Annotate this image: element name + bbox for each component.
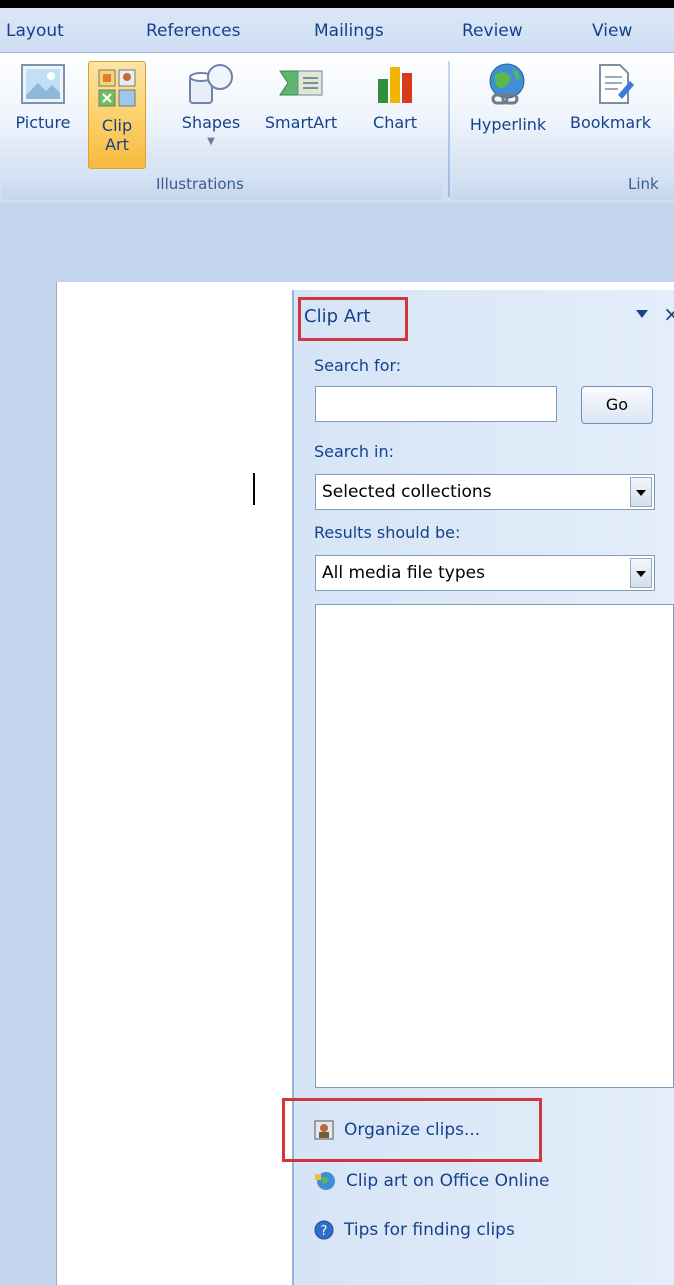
ribbon-tabs: Layout References Mailings Review View xyxy=(0,8,674,52)
links-group-label: Link xyxy=(628,175,659,193)
results-label: Results should be: xyxy=(314,523,461,542)
picture-icon xyxy=(21,64,65,104)
group-separator xyxy=(448,61,450,197)
shapes-button[interactable]: Shapes ▼ xyxy=(176,61,246,151)
shapes-dropdown-icon: ▼ xyxy=(207,136,215,147)
hyperlink-label: Hyperlink xyxy=(469,115,547,134)
pane-menu-icon[interactable] xyxy=(636,310,648,318)
ribbon: Picture Clip Art Shapes ▼ SmartArt Chart… xyxy=(0,52,674,204)
search-in-value: Selected collections xyxy=(322,482,492,502)
search-input[interactable] xyxy=(315,386,557,422)
close-icon[interactable]: × xyxy=(663,302,674,326)
search-in-label: Search in: xyxy=(314,442,395,461)
chevron-down-icon[interactable] xyxy=(630,477,652,507)
globe-icon xyxy=(315,1172,335,1190)
tips-link[interactable]: ? Tips for finding clips xyxy=(314,1220,515,1240)
smartart-button[interactable]: SmartArt xyxy=(256,61,346,132)
tab-mailings[interactable]: Mailings xyxy=(314,21,384,41)
tab-view[interactable]: View xyxy=(592,21,632,41)
chart-label: Chart xyxy=(373,113,417,132)
smartart-icon xyxy=(279,70,323,96)
globe-link-icon xyxy=(489,63,525,105)
clip-art-button[interactable]: Clip Art xyxy=(88,61,146,169)
tab-review[interactable]: Review xyxy=(462,21,523,41)
clip-art-label-line2: Art xyxy=(105,135,129,154)
search-for-label: Search for: xyxy=(314,356,402,375)
help-icon: ? xyxy=(314,1220,334,1240)
hyperlink-button[interactable]: Hyperlink xyxy=(462,61,554,134)
smartart-label: SmartArt xyxy=(264,113,338,132)
shapes-label: Shapes xyxy=(181,113,241,132)
office-online-label: Clip art on Office Online xyxy=(346,1171,550,1191)
picture-label: Picture xyxy=(15,113,71,132)
chart-icon xyxy=(378,67,412,103)
svg-text:?: ? xyxy=(321,1224,328,1239)
office-online-link[interactable]: Clip art on Office Online xyxy=(314,1170,549,1192)
tab-references[interactable]: References xyxy=(146,21,240,41)
bookmark-label: Bookmark xyxy=(570,113,652,132)
clip-art-icon xyxy=(98,69,136,107)
results-value: All media file types xyxy=(322,563,485,583)
tips-label: Tips for finding clips xyxy=(344,1220,515,1240)
go-button[interactable]: Go xyxy=(581,386,653,424)
shapes-icon xyxy=(189,64,233,104)
organize-clips-highlight xyxy=(282,1098,542,1162)
bookmark-button[interactable]: Bookmark xyxy=(570,61,674,132)
clip-art-pane: Clip Art × Search for: Go Search in: Sel… xyxy=(282,290,674,1285)
results-list[interactable] xyxy=(315,604,674,1088)
results-select[interactable]: All media file types xyxy=(315,555,655,591)
picture-button[interactable]: Picture xyxy=(4,61,82,132)
tab-layout[interactable]: Layout xyxy=(6,21,64,41)
text-cursor xyxy=(253,473,255,505)
clip-art-label-line1: Clip xyxy=(101,116,133,135)
bookmark-icon xyxy=(599,64,634,104)
chevron-down-icon[interactable] xyxy=(630,558,652,588)
chart-button[interactable]: Chart xyxy=(364,61,426,132)
illustrations-group-label: Illustrations xyxy=(156,175,244,193)
window-top-edge xyxy=(0,0,674,8)
title-highlight xyxy=(298,297,408,341)
search-in-select[interactable]: Selected collections xyxy=(315,474,655,510)
